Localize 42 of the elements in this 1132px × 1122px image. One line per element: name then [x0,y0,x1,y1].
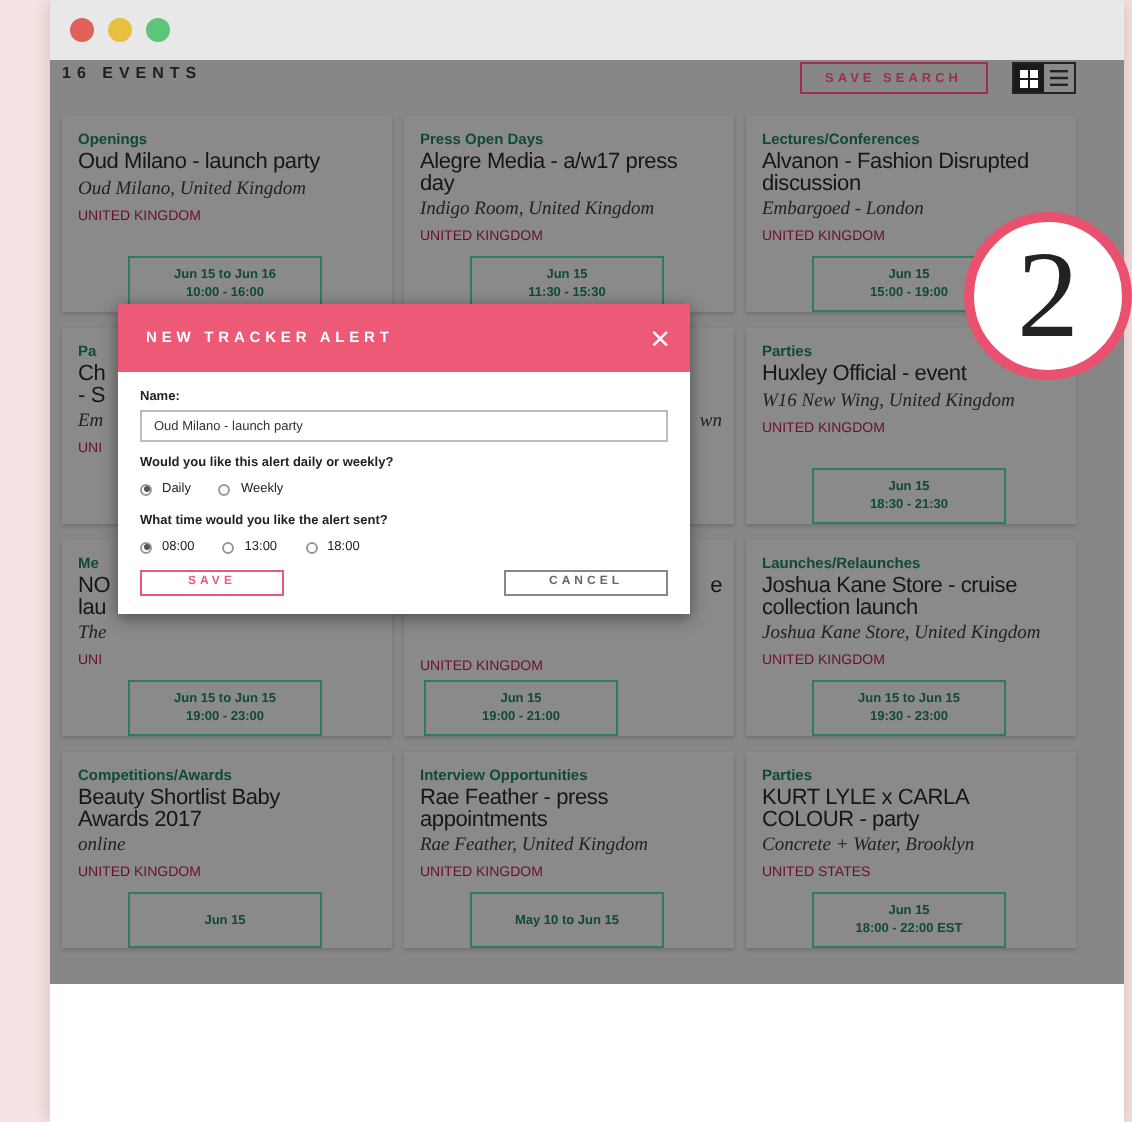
event-title: KURT LYLE x CARLA [762,788,970,809]
event-title: collection launch [762,597,918,618]
event-venue: wn [699,412,722,434]
event-venue: Concrete + Water, Brooklyn [762,836,975,858]
radio-button[interactable] [140,541,152,553]
event-title: Oud Milano - launch party [78,152,320,173]
event-venue: Joshua Kane Store, United Kingdom [762,624,1041,646]
event-title: Alegre Media - a/w17 press [420,152,678,173]
event-title: Huxley Official - event [762,364,967,385]
event-title: discussion [762,173,861,194]
event-title: day [420,173,455,194]
event-title: Rae Feather - press [420,788,609,809]
event-venue: The [78,624,107,646]
close-button[interactable]: × [650,321,670,355]
list-view-button[interactable] [1044,64,1074,92]
event-venue: Embargoed - London [762,200,924,222]
event-title: appointments [420,809,548,830]
event-title: e [710,576,722,597]
event-count: 16 EVENTS [62,62,203,86]
event-title: Joshua Kane Store - cruise [762,576,1017,597]
event-title: lau [78,597,107,618]
event-venue: Em [78,412,104,434]
event-title: - S [78,385,105,406]
event-title: Awards 2017 [78,809,202,830]
event-title: NO [78,576,111,597]
event-venue: Rae Feather, United Kingdom [420,836,648,858]
window-control-dot[interactable] [146,18,170,42]
event-title: COLOUR - party [762,809,919,830]
window-control-dot[interactable] [70,18,94,42]
grid-view-button[interactable] [1014,64,1044,92]
event-venue: Indigo Room, United Kingdom [420,200,655,222]
window-control-dot[interactable] [108,18,132,42]
radio-button[interactable] [140,483,152,495]
event-venue: Oud Milano, United Kingdom [78,179,306,201]
event-title: Beauty Shortlist Baby [78,788,280,809]
radio-button[interactable] [305,541,318,553]
radio-button[interactable] [218,483,231,495]
event-title: Ch [78,364,106,385]
event-venue: online [78,836,126,858]
event-title: Alvanon - Fashion Disrupted [762,152,1029,173]
event-venue: W16 New Wing, United Kingdom [762,391,1015,413]
radio-button[interactable] [222,541,235,553]
